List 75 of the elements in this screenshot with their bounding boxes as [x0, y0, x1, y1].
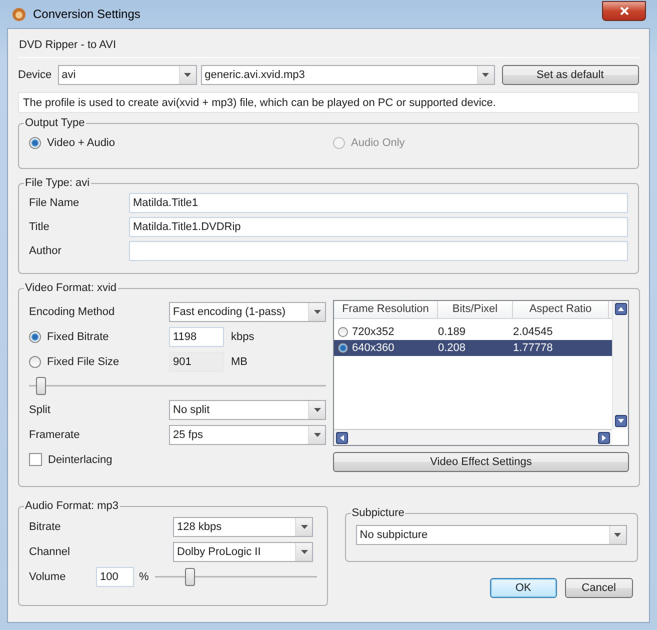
- unit-label: kbps: [231, 330, 254, 342]
- framerate-dropdown[interactable]: 25 fps: [169, 424, 326, 444]
- caret-icon: [300, 550, 308, 554]
- horizontal-scrollbar[interactable]: [334, 429, 612, 445]
- dialog-button[interactable]: Cancel: [564, 578, 633, 598]
- close-icon: [620, 7, 628, 15]
- field-label: Channel: [29, 546, 71, 558]
- channel-dropdown[interactable]: Dolby ProLogic II: [173, 542, 313, 562]
- number-field[interactable]: 1198: [169, 326, 224, 346]
- checkbox-option[interactable]: Deinterlacing: [29, 453, 112, 466]
- unit-label: MB: [231, 356, 248, 368]
- close-button[interactable]: [602, 1, 646, 21]
- dialog-button[interactable]: OK: [490, 578, 557, 598]
- field-label: Framerate: [29, 428, 81, 440]
- caret-icon: [184, 73, 192, 77]
- text-field[interactable]: [129, 241, 628, 261]
- text-field[interactable]: Matilda.Title1.DVDRip: [129, 217, 628, 237]
- text-field[interactable]: Matilda.Title1: [129, 193, 628, 213]
- table-cell-text: 720x352: [351, 326, 396, 338]
- table-cell-text: 640x360: [351, 342, 396, 354]
- group-title: Subpicture: [350, 507, 406, 519]
- video-effect-button[interactable]: Video Effect Settings: [333, 452, 629, 472]
- group-title: File Type: avi: [24, 177, 91, 189]
- caret-icon: [614, 533, 622, 537]
- radio-option[interactable]: Video + Audio: [29, 137, 333, 149]
- app-icon: [11, 6, 27, 22]
- field-label: Encoding Method: [29, 306, 116, 318]
- slider-thumb[interactable]: [36, 376, 46, 394]
- slider-thumb[interactable]: [185, 568, 196, 586]
- scroll-right-icon[interactable]: [598, 432, 610, 444]
- group-title: Audio Format: mp3: [24, 500, 120, 512]
- volume-field[interactable]: 100: [96, 566, 134, 586]
- scroll-up-icon[interactable]: [615, 303, 627, 315]
- set-default-button[interactable]: Set as default: [502, 65, 639, 85]
- table-row[interactable]: 720x352 0.189 2.04545: [334, 324, 612, 340]
- group-title: Output Type: [24, 117, 86, 129]
- table-cell-text: 2.04545: [512, 326, 554, 338]
- caret-icon: [314, 408, 320, 412]
- column-header[interactable]: Frame Resolution: [334, 301, 438, 318]
- column-header[interactable]: Bits/Pixel: [438, 301, 513, 318]
- field-label: Author: [29, 245, 62, 257]
- device-dropdown[interactable]: avi: [58, 65, 197, 85]
- audio-bitrate-dropdown[interactable]: 128 kbps: [173, 516, 313, 536]
- field-label: Bitrate: [29, 520, 62, 532]
- column-header[interactable]: Aspect Ratio: [513, 301, 609, 318]
- table-row[interactable]: 640x360 0.208 1.77778: [334, 340, 612, 356]
- profile-dropdown[interactable]: generic.avi.xvid.mp3: [200, 65, 495, 85]
- caret-icon: [300, 524, 308, 528]
- radio-option[interactable]: Fixed Bitrate: [29, 330, 169, 342]
- volume-slider[interactable]: [154, 566, 317, 586]
- caret-icon: [314, 432, 320, 436]
- encoding-dropdown[interactable]: Fast encoding (1-pass): [169, 302, 326, 322]
- radio-option[interactable]: Fixed File Size: [29, 356, 169, 368]
- caret-icon: [482, 73, 490, 77]
- window-title: Conversion Settings: [33, 7, 142, 21]
- split-dropdown[interactable]: No split: [169, 400, 326, 420]
- field-label: Title: [29, 221, 50, 233]
- table-cell-text: 0.189: [437, 326, 467, 338]
- profile-description: The profile is used to create avi(xvid + mp3) file, which can be played on PC or supported device.: [18, 92, 639, 113]
- page-heading: DVD Ripper - to AVI: [18, 39, 117, 51]
- number-field[interactable]: 901: [169, 352, 224, 372]
- table-cell-text: 1.77778: [512, 342, 554, 354]
- vertical-scrollbar[interactable]: [612, 301, 628, 429]
- scroll-down-icon[interactable]: [615, 415, 627, 427]
- unit-label: %: [139, 570, 149, 582]
- scroll-left-icon[interactable]: [336, 432, 348, 444]
- quality-slider[interactable]: [29, 376, 326, 396]
- table-cell-text: 0.208: [437, 342, 467, 354]
- field-label: Volume: [29, 570, 67, 582]
- field-label: Device: [18, 69, 52, 81]
- field-label: Split: [29, 404, 52, 416]
- field-label: File Name: [29, 197, 80, 209]
- subpicture-dropdown[interactable]: No subpicture: [356, 525, 627, 545]
- group-title: Video Format: xvid: [24, 282, 118, 294]
- caret-icon: [314, 310, 320, 314]
